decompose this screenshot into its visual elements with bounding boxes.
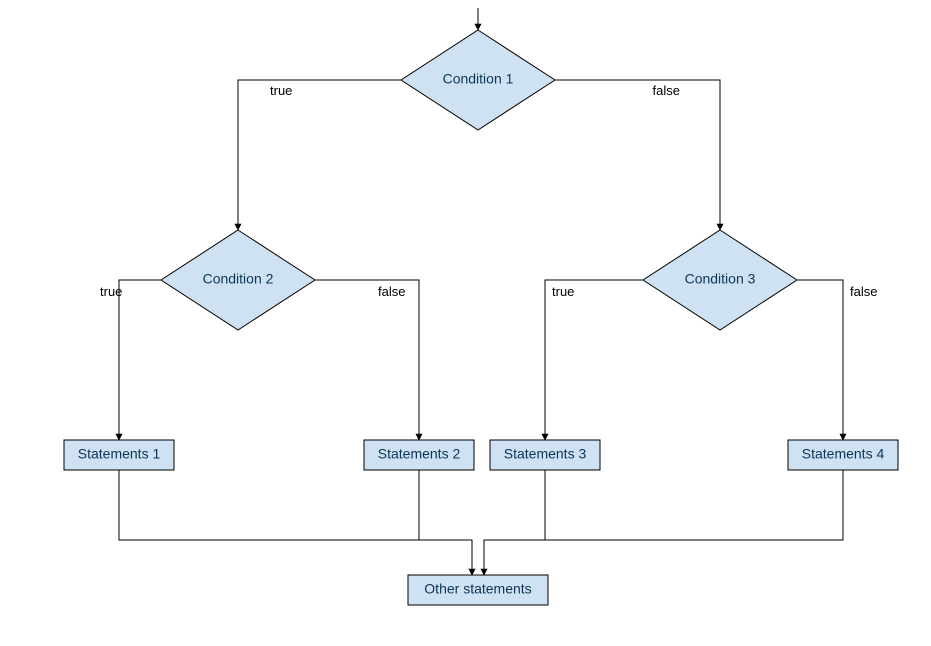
- node-other-statements: Other statements: [408, 575, 548, 605]
- node-condition-1-label: Condition 1: [443, 71, 514, 87]
- node-statements-1: Statements 1: [64, 440, 174, 470]
- node-condition-2: Condition 2: [161, 230, 315, 330]
- node-statements-2-label: Statements 2: [378, 446, 461, 462]
- edge-c1-true: true: [238, 80, 401, 230]
- edge-c1-false: false: [555, 80, 720, 230]
- node-statements-1-label: Statements 1: [78, 446, 161, 462]
- edge-c3-true: true: [545, 280, 643, 440]
- edge-c2-true-label: true: [100, 284, 122, 299]
- node-statements-2: Statements 2: [364, 440, 474, 470]
- node-statements-4: Statements 4: [788, 440, 898, 470]
- node-condition-2-label: Condition 2: [203, 271, 274, 287]
- node-statements-4-label: Statements 4: [802, 446, 885, 462]
- edge-c2-true: true: [100, 280, 161, 440]
- node-condition-3-label: Condition 3: [685, 271, 756, 287]
- edge-c3-true-label: true: [552, 284, 574, 299]
- edge-c1-false-label: false: [653, 83, 680, 98]
- edge-c1-true-label: true: [270, 83, 292, 98]
- edge-merge: [119, 470, 843, 575]
- node-condition-1: Condition 1: [401, 30, 555, 130]
- edge-c3-false: false: [797, 280, 877, 440]
- node-statements-3-label: Statements 3: [504, 446, 587, 462]
- flowchart-canvas: Condition 1 true false Condition 2 Condi…: [0, 0, 931, 646]
- node-statements-3: Statements 3: [490, 440, 600, 470]
- node-other-statements-label: Other statements: [424, 581, 531, 597]
- node-condition-3: Condition 3: [643, 230, 797, 330]
- edge-c2-false-label: false: [378, 284, 405, 299]
- edge-c3-false-label: false: [850, 284, 877, 299]
- edge-c2-false: false: [315, 280, 419, 440]
